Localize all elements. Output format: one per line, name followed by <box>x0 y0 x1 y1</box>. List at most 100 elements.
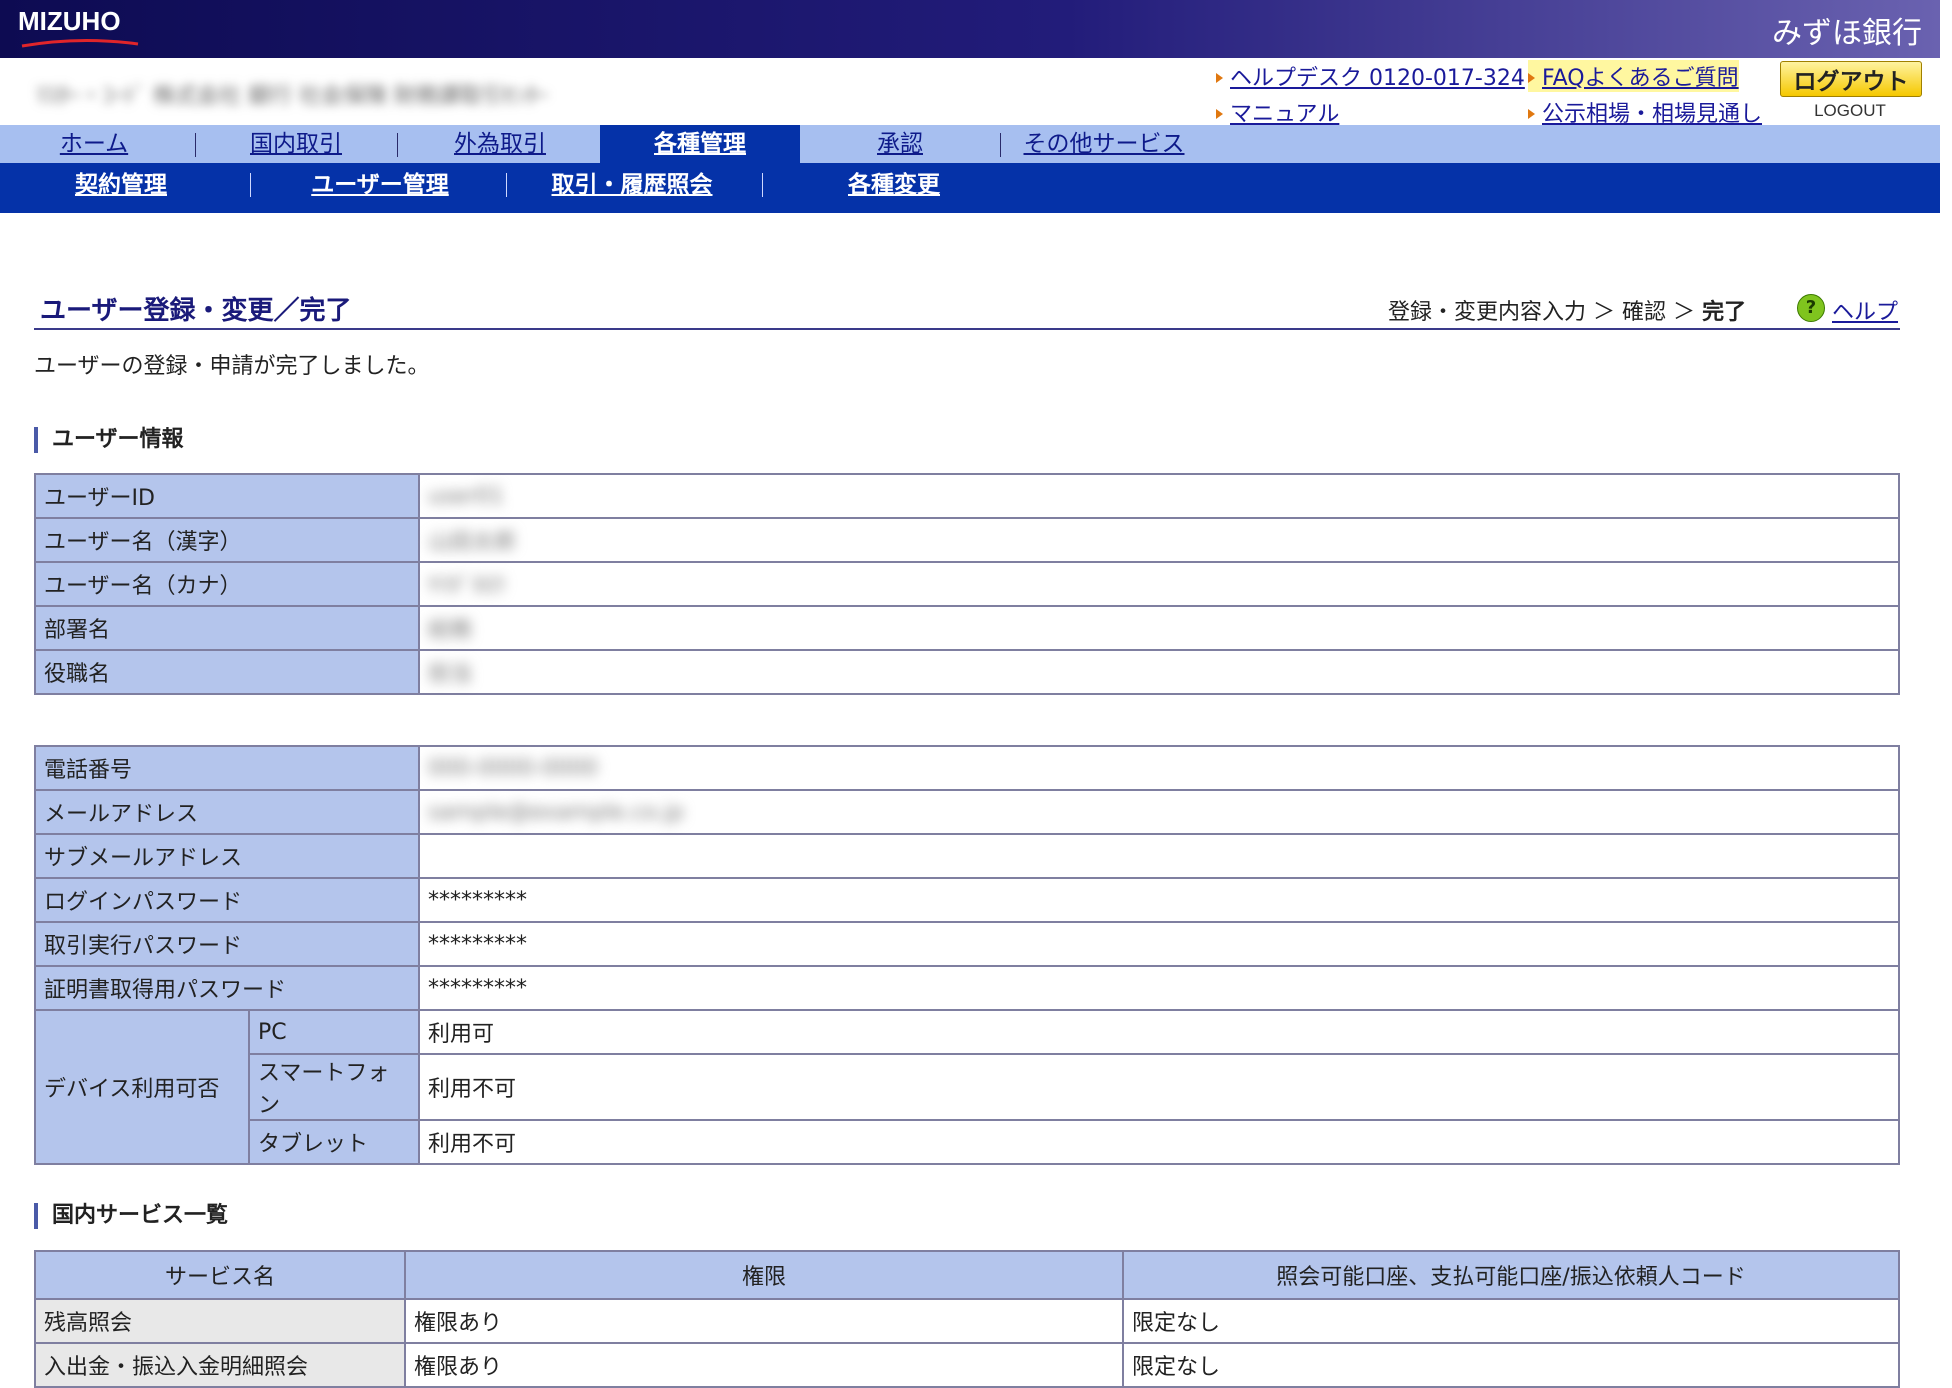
row-value: 山田太郎 <box>418 517 1900 563</box>
subnav-changes[interactable]: 各種変更 <box>834 163 954 207</box>
phone-value: 000-0000-0000 <box>428 755 598 781</box>
subnav-contract[interactable]: 契約管理 <box>60 163 182 207</box>
title-divider <box>34 328 1900 330</box>
company-name: ﾏｽﾀｰ・ｺｰﾄﾞ 株式会社 銀行 社会保険 財務課取引ｾﾝﾀｰ <box>36 84 548 109</box>
completion-message: ユーザーの登録・申請が完了しました。 <box>34 354 430 379</box>
logout-sub-label: LOGOUT <box>1814 101 1886 120</box>
service-accounts: 限定なし <box>1122 1342 1900 1388</box>
nav-domestic[interactable]: 国内取引 <box>236 125 356 163</box>
top-banner: MIZUHO みずほ銀行 <box>0 0 1940 58</box>
nav-approval[interactable]: 承認 <box>860 125 940 163</box>
table-row: デバイス利用可否 PC 利用可 <box>34 1009 1900 1165</box>
step-complete: 完了 <box>1702 300 1747 325</box>
login-password-value: ********* <box>418 877 1900 923</box>
table-row: 電話番号 000-0000-0000 <box>34 745 1900 791</box>
row-label: 電話番号 <box>34 745 420 791</box>
step-separator: ＞ <box>1593 300 1616 325</box>
column-header: 照会可能口座、支払可能口座/振込依頼人コード <box>1122 1250 1900 1300</box>
row-value: ﾔﾏﾀﾞﾀﾛｳ <box>418 561 1900 607</box>
nav-management[interactable]: 各種管理 <box>600 125 800 163</box>
nav-other-services[interactable]: その他サービス <box>1020 125 1188 163</box>
step-separator: ＞ <box>1673 300 1696 325</box>
table-row: 残高照会 権限あり 限定なし <box>34 1298 1900 1344</box>
contact-info-table: 電話番号 000-0000-0000 メールアドレス sample@exampl… <box>34 745 1900 1165</box>
nav-forex[interactable]: 外為取引 <box>440 125 560 163</box>
row-label: ユーザーID <box>34 473 420 519</box>
certificate-password-value: ********* <box>418 965 1900 1011</box>
faq-link[interactable]: FAQよくあるご質問 <box>1528 60 1739 92</box>
subnav-history[interactable]: 取引・履歴照会 <box>548 163 716 207</box>
subnav-user-management[interactable]: ユーザー管理 <box>296 163 464 207</box>
user-info-table: ユーザーID user01 ユーザー名（漢字） 山田太郎 ユーザー名（カナ） ﾔ… <box>34 473 1900 695</box>
service-authority: 権限あり <box>404 1342 1124 1388</box>
row-value: 総務 <box>418 605 1900 651</box>
table-row: 証明書取得用パスワード ********* <box>34 965 1900 1011</box>
service-authority: 権限あり <box>404 1298 1124 1344</box>
subnav-separator <box>762 173 763 197</box>
row-label: 取引実行パスワード <box>34 921 420 967</box>
device-availability-label: デバイス利用可否 <box>34 1009 250 1165</box>
logout-button[interactable]: ログアウト <box>1780 61 1922 97</box>
user-name-kana-value: ﾔﾏﾀﾞﾀﾛｳ <box>428 574 506 599</box>
row-value: 000-0000-0000 <box>418 745 1900 791</box>
table-row: ログインパスワード ********* <box>34 877 1900 923</box>
row-label: ログインパスワード <box>34 877 420 923</box>
subnav-separator <box>250 173 251 197</box>
device-value: 利用不可 <box>418 1053 1900 1121</box>
device-value: 利用可 <box>418 1009 1900 1055</box>
row-label: 役職名 <box>34 649 420 695</box>
service-accounts: 限定なし <box>1122 1298 1900 1344</box>
row-label: サブメールアドレス <box>34 833 420 879</box>
row-value: user01 <box>418 473 1900 519</box>
row-value: sample@example.co.jp <box>418 789 1900 835</box>
table-row: サブメールアドレス <box>34 833 1900 879</box>
table-row: 取引実行パスワード ********* <box>34 921 1900 967</box>
table-row: ユーザー名（カナ） ﾔﾏﾀﾞﾀﾛｳ <box>34 561 1900 607</box>
step-indicator: 登録・変更内容入力 ＞ 確認 ＞ 完了 <box>1388 294 1746 326</box>
nav-separator <box>1000 133 1001 157</box>
row-label: 部署名 <box>34 605 420 651</box>
section-heading-user-info: ユーザー情報 <box>34 427 184 453</box>
help-link[interactable]: ヘルプ <box>1832 294 1898 326</box>
help-question-icon[interactable]: ? <box>1797 294 1825 322</box>
bank-name-jp: みずほ銀行 <box>1772 16 1922 51</box>
user-id-value: user01 <box>428 483 504 509</box>
user-name-kanji-value: 山田太郎 <box>428 530 517 555</box>
nav-separator <box>195 133 196 157</box>
subnav-separator <box>506 173 507 197</box>
helpdesk-link[interactable]: ヘルプデスク 0120-017-324 <box>1216 60 1525 92</box>
sub-email-value <box>418 833 1900 879</box>
step-confirm: 確認 <box>1622 300 1667 325</box>
table-row: スマートフォン 利用不可 <box>35 1053 1900 1121</box>
section-heading-domestic-services: 国内サービス一覧 <box>34 1203 228 1229</box>
service-name: 残高照会 <box>34 1298 406 1344</box>
nav-home[interactable]: ホーム <box>40 125 148 163</box>
table-row: ユーザー名（漢字） 山田太郎 <box>34 517 1900 563</box>
manual-link[interactable]: マニュアル <box>1216 96 1339 128</box>
email-value: sample@example.co.jp <box>428 799 684 825</box>
table-row: 入出金・振込入金明細照会 権限あり 限定なし <box>34 1342 1900 1388</box>
device-name: PC <box>248 1009 420 1055</box>
row-label: 証明書取得用パスワード <box>34 965 420 1011</box>
transaction-password-value: ********* <box>418 921 1900 967</box>
secondary-nav: 契約管理 ユーザー管理 取引・履歴照会 各種変更 <box>0 163 1940 213</box>
mizuho-logo: MIZUHO <box>18 6 121 36</box>
service-name: 入出金・振込入金明細照会 <box>34 1342 406 1388</box>
position-value: 担当 <box>428 662 473 687</box>
row-label: メールアドレス <box>34 789 420 835</box>
primary-nav: ホーム 国内取引 外為取引 各種管理 承認 その他サービス <box>0 125 1940 163</box>
row-label: ユーザー名（漢字） <box>34 517 420 563</box>
logo-swoosh-icon <box>21 38 139 48</box>
row-value: 担当 <box>418 649 1900 695</box>
table-row: メールアドレス sample@example.co.jp <box>34 789 1900 835</box>
table-row: 役職名 担当 <box>34 649 1900 695</box>
domestic-services-table: サービス名 権限 照会可能口座、支払可能口座/振込依頼人コード 残高照会 権限あ… <box>34 1250 1900 1388</box>
market-link[interactable]: 公示相場・相場見通し <box>1528 96 1762 128</box>
table-row: タブレット 利用不可 <box>35 1119 1900 1165</box>
device-name: タブレット <box>248 1119 420 1165</box>
table-row: 部署名 総務 <box>34 605 1900 651</box>
column-header: サービス名 <box>34 1250 406 1300</box>
page-title: ユーザー登録・変更／完了 <box>40 296 352 326</box>
device-value: 利用不可 <box>418 1119 1900 1165</box>
department-value: 総務 <box>428 618 473 643</box>
